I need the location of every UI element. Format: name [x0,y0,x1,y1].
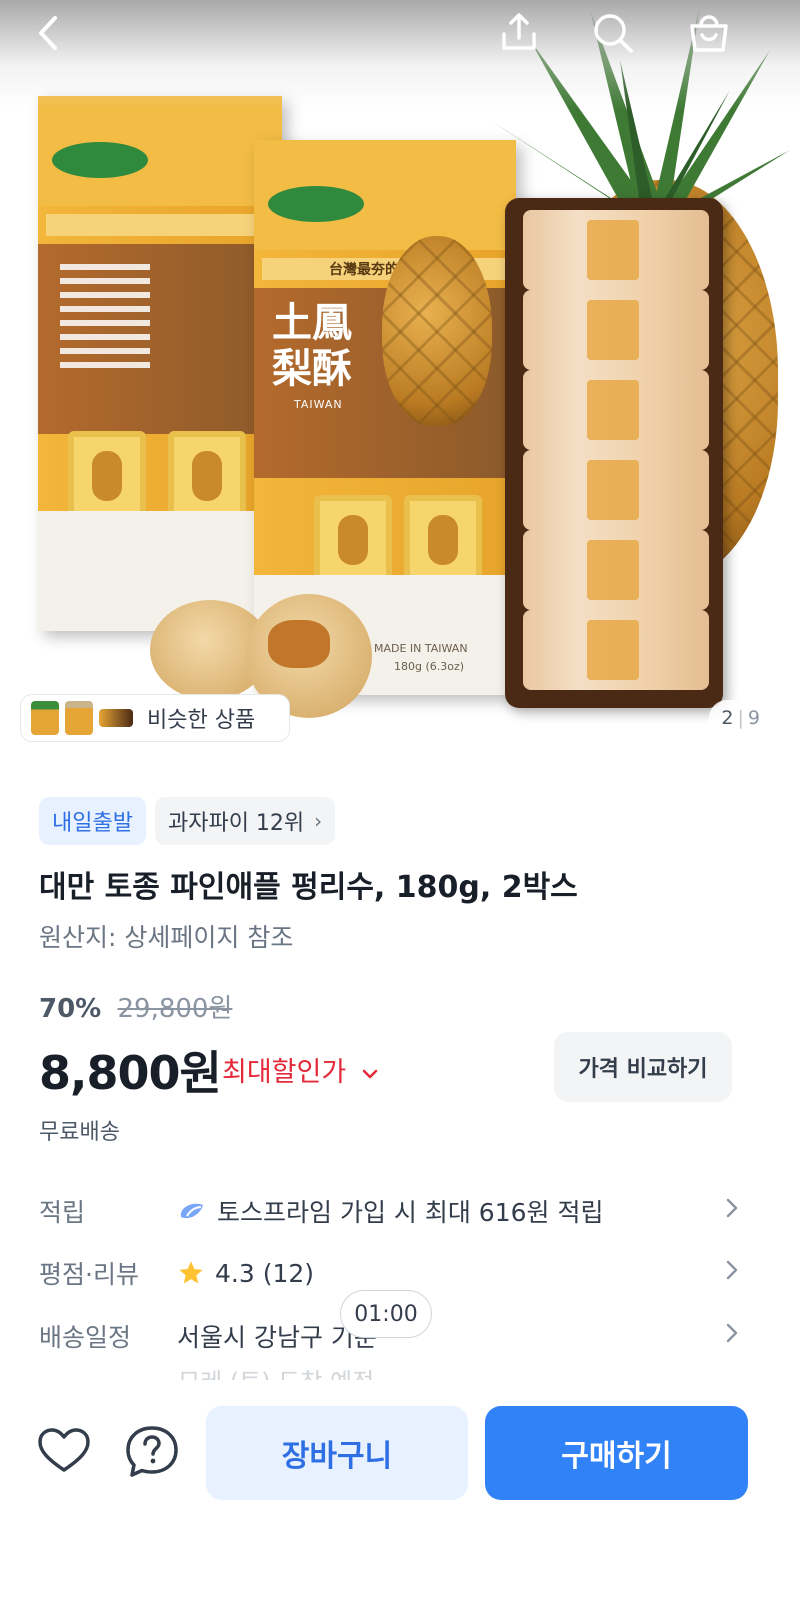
heart-icon[interactable] [36,1424,92,1480]
similar-thumb [99,709,133,727]
original-price: 29,800원 [117,994,233,1024]
timer-badge: 01:00 [340,1290,432,1338]
similar-thumb [31,701,59,735]
rating-value: 4.3 (12) [215,1258,315,1288]
star-icon [179,1261,203,1284]
delivery-badge: 내일출발 [39,797,146,845]
max-discount-toggle[interactable]: 최대할인가 [222,1050,379,1089]
ranking-label: 과자파이 12위 [167,811,305,836]
max-discount-label: 최대할인가 [222,1057,347,1088]
similar-thumb [65,701,93,735]
chevron-right-icon: › [314,809,323,833]
chevron-right-icon [709,1259,739,1287]
box-origin-text: MADE IN TAIWAN [374,642,468,655]
chevron-right-icon [709,1197,739,1225]
product-image-gallery[interactable]: 台灣最夯的伴手禮 土鳳梨酥 TAIWAN MADE IN TAIWAN 180g… [0,0,800,770]
delivery-label: 배송일정 [39,1323,132,1352]
cart-icon[interactable] [686,10,732,56]
share-icon[interactable] [496,10,542,56]
box-weight-text: 180g (6.3oz) [394,660,465,673]
chevron-down-icon [362,1069,378,1078]
back-icon[interactable] [26,10,72,56]
page-separator: | [737,707,744,729]
product-origin: 원산지: 상세페이지 참조 [39,923,294,952]
compare-price-button[interactable]: 가격 비교하기 [554,1032,732,1102]
discount-rate: 70% [39,994,102,1024]
box-product-name: 土鳳梨酥 [272,299,352,392]
add-to-cart-button[interactable]: 장바구니 [206,1406,468,1500]
points-row[interactable]: 적립 토스프라임 가입 시 최대 616원 적립 [39,1186,739,1236]
discount-row: 70% 29,800원 [39,988,232,1025]
toss-prime-icon [180,1203,203,1219]
box-sub-name: TAIWAN [294,398,343,411]
image-page-indicator: 2 | 9 [709,700,772,736]
badge-row: 내일출발 과자파이 12위 › [39,797,336,845]
shipping-info: 무료배송 [39,1120,120,1145]
question-icon[interactable] [124,1424,180,1480]
search-icon[interactable] [590,10,636,56]
page-total: 9 [747,707,760,729]
buy-now-button[interactable]: 구매하기 [485,1406,748,1500]
rating-label: 평점·리뷰 [39,1260,139,1289]
ranking-badge[interactable]: 과자파이 12위 › [154,797,336,845]
chevron-right-icon [709,1322,739,1350]
page-current: 2 [721,707,734,729]
product-box-back [38,96,282,631]
points-label: 적립 [39,1198,86,1227]
product-tray [505,198,723,708]
points-value: 토스프라임 가입 시 최대 616원 적립 [217,1198,604,1227]
product-title: 대만 토종 파인애플 펑리수, 180g, 2박스 [39,870,578,905]
similar-products-label: 비슷한 상품 [147,708,256,733]
sale-price: 8,800원 [39,1046,222,1100]
similar-products-button[interactable]: 비슷한 상품 [20,694,290,742]
